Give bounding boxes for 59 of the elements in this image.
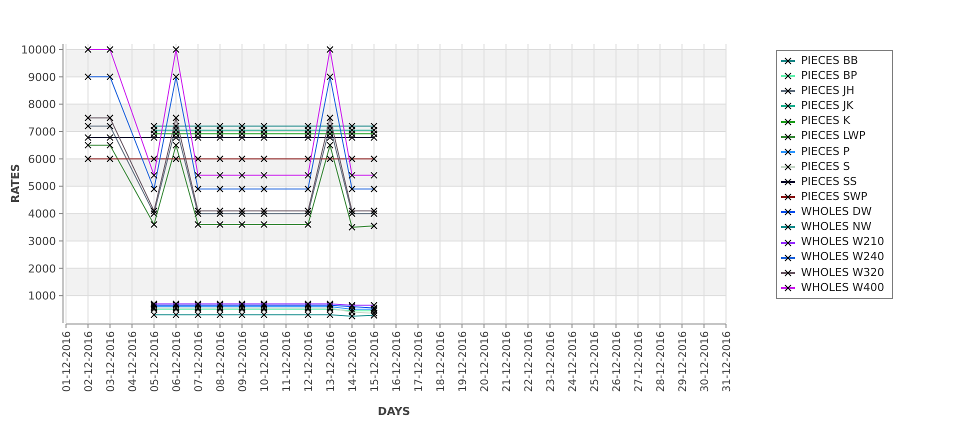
legend-label: PIECES SS (801, 174, 857, 190)
legend-label: PIECES BP (801, 68, 858, 84)
y-tick-label: 10000 (21, 43, 56, 56)
y-tick-label: 1000 (28, 290, 56, 303)
legend-label: WHOLES W210 (801, 234, 884, 250)
x-tick-label: 06-12-2016 (171, 331, 183, 392)
x-tick-label: 08-12-2016 (215, 331, 227, 392)
x-tick-label: 03-12-2016 (105, 331, 117, 392)
x-tick-label: 23-12-2016 (545, 331, 557, 392)
x-axis-title: DAYS (378, 405, 410, 418)
legend-label: PIECES P (801, 144, 850, 160)
x-tick-label: 27-12-2016 (633, 331, 645, 392)
x-tick-label: 04-12-2016 (127, 331, 139, 392)
x-tick-label: 02-12-2016 (83, 331, 95, 392)
x-tick-label: 29-12-2016 (677, 331, 689, 392)
y-tick-label: 4000 (28, 208, 56, 221)
legend-label: WHOLES NW (801, 219, 872, 236)
x-tick-label: 26-12-2016 (611, 331, 623, 392)
x-tick-label: 18-12-2016 (435, 331, 447, 392)
y-tick-label: 9000 (28, 70, 56, 84)
x-tick-label: 15-12-2016 (369, 331, 381, 392)
y-tick-label: 8000 (28, 98, 56, 112)
legend-label: WHOLES W320 (801, 264, 884, 280)
legend-label: PIECES JH (801, 83, 854, 99)
x-tick-label: 11-12-2016 (281, 331, 293, 392)
x-tick-label: 13-12-2016 (325, 331, 337, 392)
x-tick-label: 20-12-2016 (479, 331, 491, 392)
x-tick-label: 22-12-2016 (523, 331, 535, 392)
y-tick-label: 5000 (28, 180, 56, 194)
x-tick-label: 25-12-2016 (589, 331, 601, 392)
x-tick-label: 19-12-2016 (457, 331, 469, 392)
x-tick-label: 05-12-2016 (149, 331, 161, 392)
x-tick-label: 07-12-2016 (193, 331, 205, 392)
legend-label: PIECES S (801, 158, 850, 175)
x-tick-label: 24-12-2016 (567, 331, 579, 392)
legend-label: WHOLES W400 (801, 280, 884, 296)
x-tick-label: 28-12-2016 (655, 331, 667, 392)
y-axis-title: RATES (9, 164, 22, 204)
legend-label: PIECES K (801, 113, 850, 130)
legend-label: WHOLES W240 (801, 249, 884, 266)
x-tick-label: 14-12-2016 (347, 331, 359, 392)
x-tick-label: 10-12-2016 (259, 331, 271, 392)
y-tick-label: 3000 (28, 234, 56, 248)
legend-label: PIECES LWP (801, 128, 866, 144)
x-tick-label: 12-12-2016 (303, 331, 315, 392)
x-tick-label: 01-12-2016 (61, 331, 73, 392)
x-tick-label: 16-12-2016 (391, 331, 403, 392)
legend-label: PIECES SWP (801, 188, 868, 205)
x-tick-label: 17-12-2016 (413, 331, 425, 392)
x-tick-label: 09-12-2016 (237, 331, 249, 392)
y-tick-label: 6000 (28, 152, 56, 166)
legend-label: PIECES BB (801, 52, 858, 69)
x-tick-label: 30-12-2016 (699, 331, 711, 392)
legend-label: PIECES JK (801, 98, 854, 114)
y-tick-label: 2000 (28, 262, 56, 276)
x-tick-label: 21-12-2016 (501, 331, 513, 392)
y-tick-label: 7000 (28, 126, 56, 139)
legend-label: WHOLES DW (801, 204, 872, 220)
x-tick-label: 31-12-2016 (721, 331, 733, 392)
